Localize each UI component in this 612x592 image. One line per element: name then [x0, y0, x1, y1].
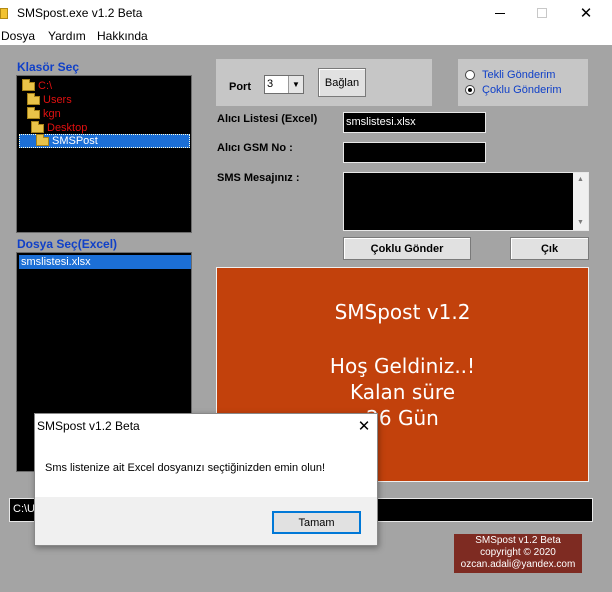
title-bar: SMSpost.exe v1.2 Beta ✕ — [0, 0, 612, 26]
dialog-body: Sms listenize ait Excel dosyanızı seçtiğ… — [35, 444, 377, 497]
tree-item-label: kgn — [43, 108, 61, 120]
scroll-up-icon[interactable]: ▲ — [577, 176, 584, 183]
maximize-icon — [537, 8, 547, 18]
close-button[interactable]: ✕ — [564, 0, 608, 26]
credit-email: ozcan.adali@yandex.com — [460, 559, 576, 570]
folder-icon — [27, 92, 40, 105]
recipient-list-field[interactable]: smslistesi.xlsx — [343, 112, 486, 133]
dialog-title: SMSpost v1.2 Beta — [37, 419, 140, 433]
tree-item-smspost[interactable]: SMSPost — [19, 133, 190, 148]
port-value: 3 — [267, 78, 274, 90]
minimize-button[interactable] — [478, 0, 522, 26]
message-textarea[interactable]: ▲ ▼ — [343, 172, 589, 231]
menu-yardim[interactable]: Yardım — [48, 29, 86, 43]
welcome-greeting: Hoş Geldiniz..! — [329, 354, 476, 378]
credit-version: SMSpost v1.2 Beta — [475, 535, 561, 546]
gsm-label: Alıcı GSM No : — [217, 142, 293, 154]
folder-icon — [27, 106, 40, 119]
dialog-close-icon[interactable]: ✕ — [353, 415, 375, 437]
file-list-item[interactable]: smslistesi.xlsx — [19, 255, 191, 269]
gsm-number-field[interactable] — [343, 142, 486, 163]
app-folder-icon — [0, 8, 8, 19]
send-mode-panel: Tekli Gönderim Çoklu Gönderim — [458, 59, 588, 106]
credit-copyright: copyright © 2020 — [480, 547, 556, 558]
folder-icon — [22, 78, 35, 91]
folder-icon — [36, 133, 49, 146]
tree-item-label: SMSPost — [52, 135, 98, 147]
tree-item-label: Desktop — [47, 122, 88, 134]
radio-label: Tekli Gönderim — [482, 69, 556, 81]
folder-panel-label: Klasör Seç — [17, 60, 80, 74]
radio-unchecked-icon — [465, 70, 475, 80]
menu-dosya[interactable]: Dosya — [1, 29, 35, 43]
port-label: Port — [229, 81, 251, 93]
message-scrollbar[interactable]: ▲ ▼ — [573, 173, 588, 230]
port-select[interactable]: 3 ▼ — [264, 75, 304, 94]
dialog-footer: Tamam — [35, 497, 377, 545]
radio-checked-icon — [465, 85, 475, 95]
chevron-down-icon[interactable]: ▼ — [288, 76, 303, 93]
radio-label: Çoklu Gönderim — [482, 84, 562, 96]
connect-button[interactable]: Bağlan — [318, 68, 366, 97]
tree-item-kgn[interactable]: kgn — [27, 106, 61, 121]
tree-item-label: C:\ — [38, 80, 53, 92]
minimize-icon — [495, 12, 505, 14]
tree-item-users[interactable]: Users — [27, 92, 72, 107]
bulk-send-button[interactable]: Çoklu Gönder — [343, 237, 471, 260]
tree-item-label: Users — [43, 94, 72, 106]
welcome-remaining-label: Kalan süre — [349, 380, 456, 404]
maximize-button[interactable] — [520, 0, 564, 26]
dialog-message: Sms listenize ait Excel dosyanızı seçtiğ… — [45, 462, 326, 474]
port-panel: Port 3 ▼ Bağlan — [216, 59, 432, 106]
scroll-down-icon[interactable]: ▼ — [577, 219, 584, 226]
menu-bar: Dosya Yardım Hakkında — [0, 26, 612, 45]
radio-single-send[interactable]: Tekli Gönderim — [465, 69, 555, 81]
folder-tree[interactable]: C:\ Users kgn Desktop SMSPost — [16, 75, 192, 233]
tree-item-c-drive[interactable]: C:\ — [22, 78, 53, 93]
file-panel-label: Dosya Seç(Excel) — [17, 237, 118, 251]
exit-button[interactable]: Çık — [510, 237, 589, 260]
recipient-list-label: Alıcı Listesi (Excel) — [217, 113, 318, 125]
ok-button[interactable]: Tamam — [272, 511, 361, 534]
folder-icon — [31, 120, 44, 133]
credit-box: SMSpost v1.2 Beta copyright © 2020 ozcan… — [454, 534, 582, 573]
radio-bulk-send[interactable]: Çoklu Gönderim — [465, 84, 561, 96]
message-dialog: SMSpost v1.2 Beta ✕ Sms listenize ait Ex… — [34, 413, 378, 546]
message-label: SMS Mesajınız : — [217, 172, 300, 184]
welcome-app-name: SMSpost v1.2 — [334, 300, 471, 324]
menu-hakkinda[interactable]: Hakkında — [97, 29, 148, 43]
close-icon: ✕ — [579, 5, 593, 22]
window-title: SMSpost.exe v1.2 Beta — [17, 6, 143, 20]
